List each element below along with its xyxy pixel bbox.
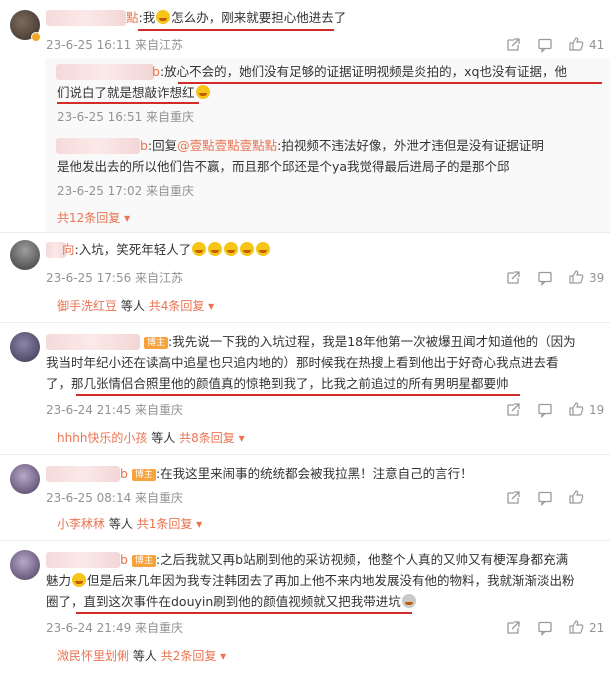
timestamp: 23-6-25 16:51 来自重庆 — [57, 110, 195, 124]
timestamp: 23-6-25 17:56 来自江苏 — [46, 271, 184, 285]
comment-text-line2: 我当时年纪小还在读高中追星也只追内地的）那时候我在热搜上看到他出于好奇心我点进去… — [46, 355, 559, 370]
avatar[interactable] — [10, 332, 40, 362]
avatar[interactable] — [10, 240, 40, 270]
like-icon[interactable] — [568, 619, 584, 635]
more-replies-link[interactable]: 御手洗红豆 等人 共4条回复 ▾ — [57, 298, 214, 314]
verified-icon — [31, 32, 41, 42]
more-replies-link[interactable]: 小李秫秫 等人 共1条回复 ▾ — [57, 516, 202, 532]
highlight-underline — [76, 394, 520, 396]
comment-icon[interactable] — [537, 37, 553, 53]
avatar[interactable] — [10, 464, 40, 494]
more-replies-link[interactable]: 溦民怀里划俐 等人 共2条回复 ▾ — [57, 648, 226, 664]
comment-text: 向:入坑，笑死年轻人了 — [62, 241, 271, 259]
blogger-badge: 博主 — [131, 555, 156, 567]
emoji-icon — [156, 10, 171, 24]
username-blurred[interactable] — [46, 466, 120, 482]
emoji-icon — [195, 85, 210, 99]
share-icon[interactable] — [505, 490, 521, 506]
timestamp: 23-6-24 21:49 来自重庆 — [46, 621, 184, 635]
share-icon[interactable] — [505, 37, 521, 53]
like-icon[interactable] — [568, 489, 584, 505]
like-count: 39 — [589, 271, 605, 285]
like-icon[interactable] — [568, 269, 584, 285]
more-replies-link[interactable]: 共12条回复 ▾ — [57, 210, 130, 226]
like-count: 21 — [589, 621, 605, 635]
username-blurred[interactable] — [46, 10, 126, 26]
timestamp: 23-6-24 21:45 来自重庆 — [46, 403, 184, 417]
blogger-badge: 博主 — [144, 337, 169, 349]
comment-text: b 博主:在我这里来闹事的统统都会被我拉黑！注意自己的言行！ — [120, 466, 473, 481]
timestamp: 23-6-25 08:14 来自重庆 — [46, 491, 184, 505]
like-count: 19 — [589, 403, 605, 417]
comment-icon[interactable] — [537, 270, 553, 286]
username-blurred[interactable] — [56, 64, 154, 80]
divider — [0, 454, 610, 455]
comment-icon[interactable] — [537, 490, 553, 506]
timestamp: 23-6-25 17:02 来自重庆 — [57, 184, 195, 198]
comment-text-line3: 圈了，直到这次事件在douyin刷到他的颜值视频就又把我带进坑 — [46, 593, 417, 611]
like-count: 41 — [589, 38, 605, 52]
username-blurred[interactable] — [46, 552, 120, 568]
share-icon[interactable] — [505, 402, 521, 418]
more-replies-link[interactable]: hhhh快乐的小孩 等人 共8条回复 ▾ — [57, 430, 245, 446]
comment-text: 點:我 怎么办，刚来就要担心他进去了 — [126, 10, 347, 25]
avatar[interactable] — [10, 550, 40, 580]
share-icon[interactable] — [505, 620, 521, 636]
like-icon[interactable] — [568, 401, 584, 417]
divider — [0, 232, 610, 233]
divider — [0, 540, 610, 541]
like-icon[interactable] — [568, 36, 584, 52]
comment-icon[interactable] — [537, 620, 553, 636]
highlight-underline — [57, 102, 199, 104]
divider — [0, 322, 610, 323]
blogger-badge: 博主 — [131, 469, 156, 481]
comment-text-line3: 了，那几张情侣合照里他的颜值真的惊艳到我了，比我之前追过的所有男明星都要帅 — [46, 376, 509, 391]
reply-text: b:回复@壹點壹點壹點點:拍视频不违法好像，外泄才违但是没有证据证明 — [140, 138, 544, 153]
emoji-icon — [72, 573, 87, 587]
emoji-icon — [401, 594, 416, 608]
username-blurred[interactable] — [46, 334, 140, 350]
share-icon[interactable] — [505, 270, 521, 286]
highlight-underline — [76, 612, 412, 614]
reply-text-line2: 是他发出去的所以他们告不赢，而且那个邱还是个ya我觉得最后进局子的是那个邱 — [57, 159, 510, 174]
reply-text: b:放心不会的，她们没有足够的证据证明视频是炎拍的，xq也没有证据，他 — [152, 64, 567, 79]
username-blurred[interactable] — [56, 138, 140, 154]
timestamp: 23-6-25 16:11 来自江苏 — [46, 38, 184, 52]
comment-text: b 博主:之后我就又再b站刷到他的采访视频，他整个人真的又帅又有梗浑身都充满 — [120, 552, 569, 567]
highlight-underline — [138, 29, 334, 31]
mention-link[interactable]: @壹點壹點壹點點 — [177, 138, 277, 153]
comment-text: 博主:我先说一下我的入坑过程，我是18年他第一次被爆丑闻才知道他的（因为 — [144, 333, 576, 351]
comment-icon[interactable] — [537, 402, 553, 418]
reply-text-line2: 们说白了就是想敲诈想红 — [57, 84, 211, 102]
highlight-underline — [178, 82, 602, 84]
comment-text-line2: 魅力 但是后来几年因为我专注韩团去了再加上他不来内地发展没有他的物料，我就渐渐淡出… — [46, 573, 575, 588]
